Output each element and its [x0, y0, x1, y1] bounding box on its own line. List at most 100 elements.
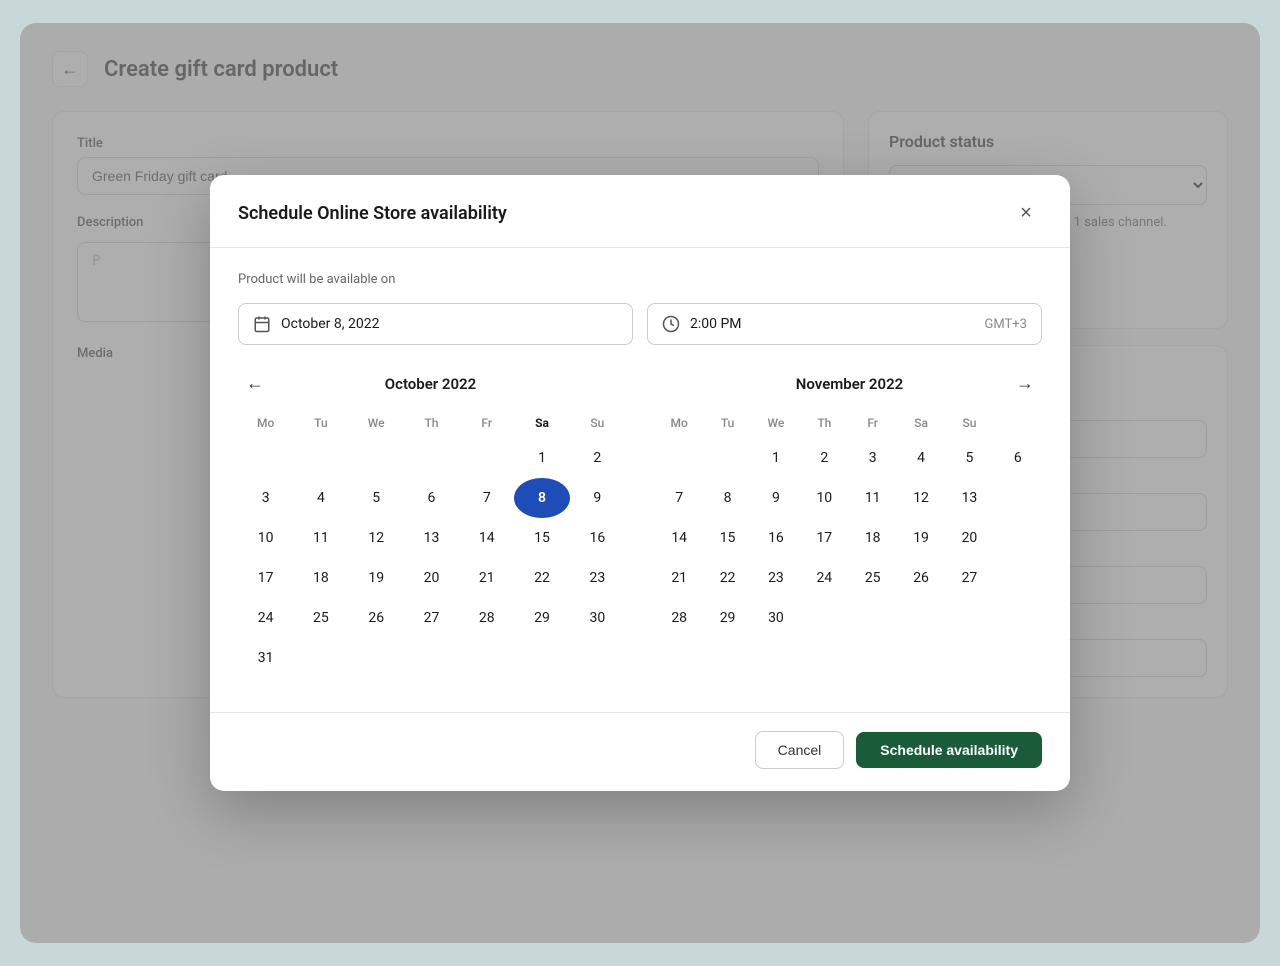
calendar-icon: [253, 315, 271, 333]
calendar-day[interactable]: 3: [238, 478, 293, 518]
date-input[interactable]: October 8, 2022: [238, 303, 633, 345]
calendar-day: [514, 638, 569, 678]
calendar-day[interactable]: 8: [514, 478, 569, 518]
modal-title: Schedule Online Store availability: [238, 203, 507, 224]
calendar-day: [404, 638, 459, 678]
availability-label: Product will be available on: [238, 272, 1042, 287]
calendar-day: [293, 638, 348, 678]
oct-day-th: Th: [404, 412, 459, 438]
time-input[interactable]: 2:00 PM GMT+3: [647, 303, 1042, 345]
calendar-day[interactable]: 3: [849, 438, 897, 478]
calendar-day[interactable]: 10: [238, 518, 293, 558]
calendar-day[interactable]: 5: [349, 478, 404, 518]
calendar-day[interactable]: 7: [655, 478, 703, 518]
calendar-day: [945, 598, 993, 638]
calendar-day[interactable]: 16: [752, 518, 800, 558]
calendar-day[interactable]: 20: [404, 558, 459, 598]
calendar-day: [703, 438, 751, 478]
calendar-day[interactable]: 12: [897, 478, 945, 518]
oct-day-su: Su: [570, 412, 625, 438]
calendar-day: [349, 638, 404, 678]
calendar-day: [897, 598, 945, 638]
calendar-day[interactable]: 12: [349, 518, 404, 558]
nov-day-we: We: [752, 412, 800, 438]
calendar-day[interactable]: 28: [459, 598, 514, 638]
calendar-day[interactable]: 22: [514, 558, 569, 598]
calendar-day[interactable]: 29: [514, 598, 569, 638]
next-month-button[interactable]: →: [1008, 369, 1042, 398]
modal-overlay: Schedule Online Store availability × Pro…: [20, 23, 1260, 943]
calendar-day[interactable]: 15: [514, 518, 569, 558]
calendar-day[interactable]: 21: [459, 558, 514, 598]
calendar-day[interactable]: 31: [238, 638, 293, 678]
calendar-day[interactable]: 15: [703, 518, 751, 558]
calendar-day[interactable]: 8: [703, 478, 751, 518]
calendar-day[interactable]: 23: [752, 558, 800, 598]
calendar-day: [349, 438, 404, 478]
calendar-day[interactable]: 20: [945, 518, 993, 558]
calendar-day[interactable]: 21: [655, 558, 703, 598]
calendar-day[interactable]: 23: [570, 558, 625, 598]
calendar-day[interactable]: 16: [570, 518, 625, 558]
calendar-day[interactable]: 19: [349, 558, 404, 598]
calendar-day: [800, 598, 848, 638]
calendar-day[interactable]: 4: [897, 438, 945, 478]
calendar-day[interactable]: 29: [703, 598, 751, 638]
modal-close-button[interactable]: ×: [1010, 197, 1042, 229]
clock-icon: [662, 315, 680, 333]
calendar-day[interactable]: 2: [800, 438, 848, 478]
calendar-day[interactable]: 13: [945, 478, 993, 518]
calendar-day[interactable]: 25: [849, 558, 897, 598]
calendar-day[interactable]: 26: [897, 558, 945, 598]
october-calendar: ← October 2022 Mo Tu We Th: [238, 369, 625, 678]
oct-day-tu: Tu: [293, 412, 348, 438]
calendar-day: [293, 438, 348, 478]
calendar-day: [570, 638, 625, 678]
calendar-day[interactable]: 28: [655, 598, 703, 638]
calendar-day[interactable]: 19: [897, 518, 945, 558]
calendar-day[interactable]: 7: [459, 478, 514, 518]
calendar-day[interactable]: 1: [514, 438, 569, 478]
calendar-day[interactable]: 10: [800, 478, 848, 518]
calendar-day[interactable]: 17: [238, 558, 293, 598]
october-month-title: October 2022: [385, 375, 476, 393]
date-value: October 8, 2022: [281, 316, 379, 332]
november-month-title: November 2022: [796, 375, 903, 393]
calendar-day[interactable]: 24: [238, 598, 293, 638]
calendar-day[interactable]: 26: [349, 598, 404, 638]
calendar-day[interactable]: 6: [404, 478, 459, 518]
calendar-day[interactable]: 27: [945, 558, 993, 598]
calendar-day[interactable]: 9: [752, 478, 800, 518]
calendar-day[interactable]: 5: [945, 438, 993, 478]
calendar-day[interactable]: 9: [570, 478, 625, 518]
schedule-button[interactable]: Schedule availability: [856, 732, 1042, 768]
calendar-day[interactable]: 13: [404, 518, 459, 558]
calendar-day[interactable]: 30: [752, 598, 800, 638]
nov-day-sa: Sa: [897, 412, 945, 438]
calendar-day[interactable]: 18: [293, 558, 348, 598]
close-icon: ×: [1020, 202, 1032, 225]
calendar-day[interactable]: 14: [655, 518, 703, 558]
timezone-label: GMT+3: [985, 317, 1027, 332]
calendar-day[interactable]: 22: [703, 558, 751, 598]
calendar-day: [238, 438, 293, 478]
calendar-day[interactable]: 6: [994, 438, 1042, 478]
calendar-day[interactable]: 27: [404, 598, 459, 638]
cancel-button[interactable]: Cancel: [755, 731, 845, 769]
nov-day-th: Th: [800, 412, 848, 438]
calendar-day[interactable]: 14: [459, 518, 514, 558]
calendar-day[interactable]: 4: [293, 478, 348, 518]
calendar-day[interactable]: 24: [800, 558, 848, 598]
calendar-day[interactable]: 11: [849, 478, 897, 518]
calendar-day[interactable]: 30: [570, 598, 625, 638]
calendar-day[interactable]: 2: [570, 438, 625, 478]
calendar-day[interactable]: 18: [849, 518, 897, 558]
nov-day-fr: Fr: [849, 412, 897, 438]
nov-day-tu: Tu: [703, 412, 751, 438]
calendar-day[interactable]: 25: [293, 598, 348, 638]
prev-month-button[interactable]: ←: [238, 369, 272, 398]
calendar-day: [404, 438, 459, 478]
calendar-day[interactable]: 17: [800, 518, 848, 558]
calendar-day[interactable]: 11: [293, 518, 348, 558]
calendar-day[interactable]: 1: [752, 438, 800, 478]
